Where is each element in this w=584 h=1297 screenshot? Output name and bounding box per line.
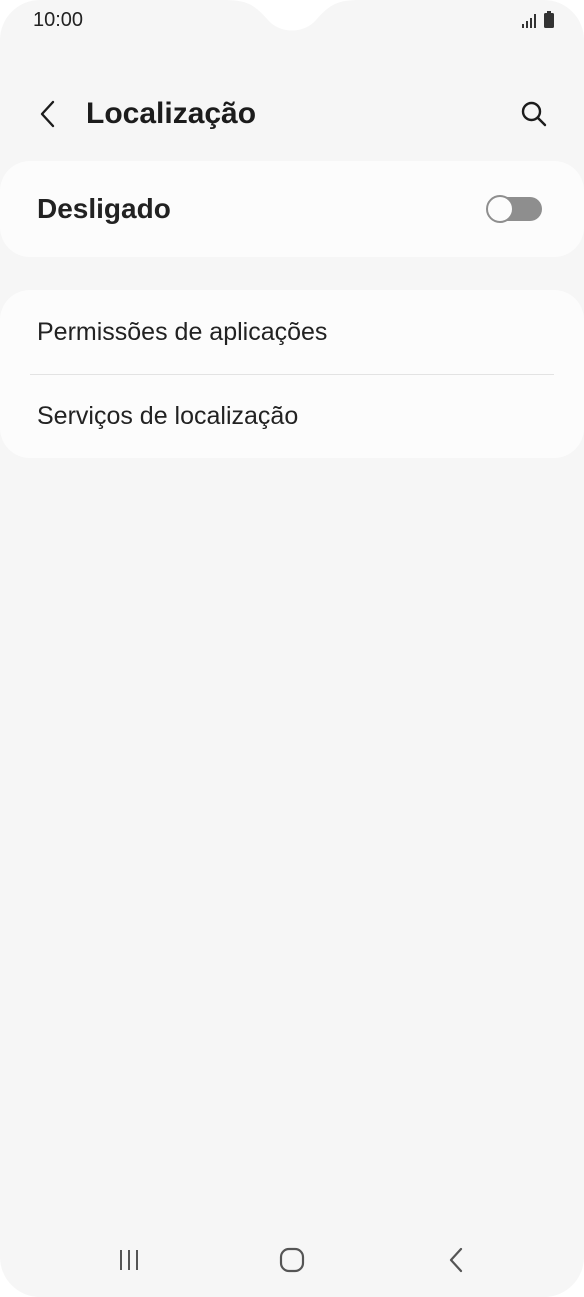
home-button[interactable] bbox=[267, 1240, 317, 1280]
camera-notch bbox=[224, 0, 360, 31]
location-switch[interactable] bbox=[486, 195, 542, 223]
switch-knob bbox=[486, 195, 514, 223]
signal-icon bbox=[522, 14, 536, 28]
status-icons bbox=[522, 11, 554, 28]
screen: 10:00 Localização Desligado Permissões d… bbox=[0, 0, 584, 1297]
home-icon bbox=[279, 1247, 305, 1273]
nav-back-button[interactable] bbox=[431, 1240, 481, 1280]
chevron-left-icon bbox=[40, 100, 55, 128]
back-icon bbox=[449, 1247, 463, 1273]
location-options-card: Permissões de aplicações Serviços de loc… bbox=[0, 290, 584, 458]
status-bar: 10:00 bbox=[0, 0, 584, 44]
location-toggle-label: Desligado bbox=[37, 193, 171, 224]
battery-icon bbox=[544, 11, 554, 28]
back-button[interactable] bbox=[28, 94, 68, 134]
status-time: 10:00 bbox=[33, 9, 84, 31]
list-item-location-services[interactable]: Serviços de localização bbox=[0, 374, 584, 458]
location-toggle-card[interactable]: Desligado bbox=[0, 161, 584, 257]
list-item-label: Permissões de aplicações bbox=[37, 318, 328, 346]
list-item-label: Serviços de localização bbox=[37, 402, 299, 430]
navigation-bar bbox=[0, 1230, 584, 1290]
app-header: Localização bbox=[0, 84, 584, 144]
list-item-app-permissions[interactable]: Permissões de aplicações bbox=[0, 290, 584, 374]
recents-icon bbox=[120, 1250, 138, 1270]
page-title: Localização bbox=[86, 97, 257, 130]
recents-button[interactable] bbox=[104, 1240, 154, 1280]
search-icon bbox=[521, 101, 547, 127]
search-button[interactable] bbox=[514, 94, 554, 134]
